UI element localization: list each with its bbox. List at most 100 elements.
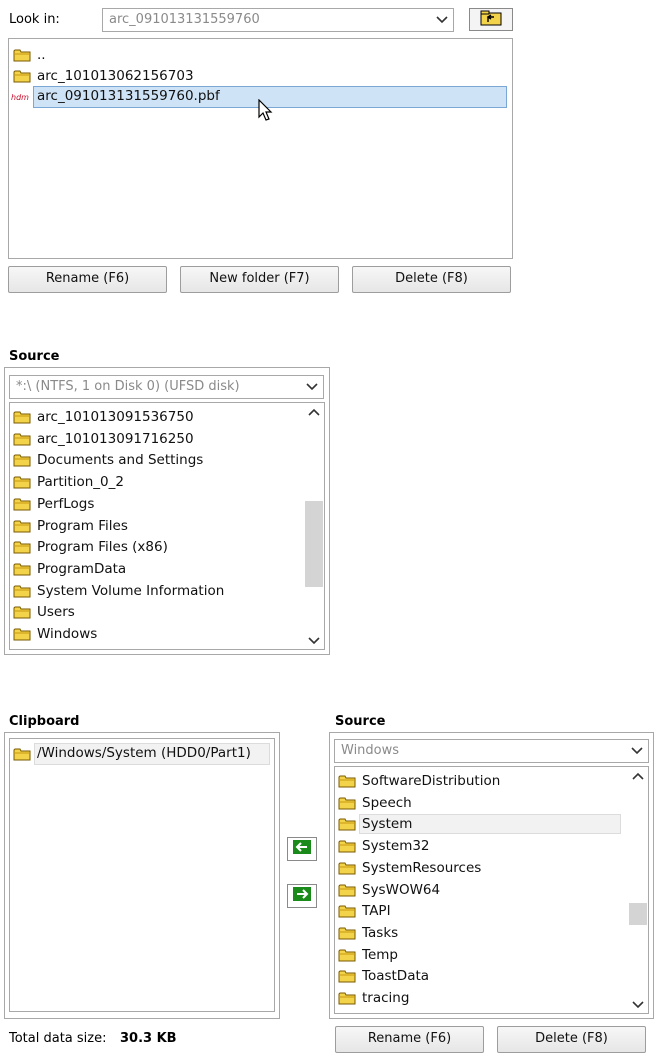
- new-folder-button[interactable]: New folder (F7): [180, 266, 339, 293]
- source-title-2: Source: [335, 714, 386, 729]
- scrollbar-thumb[interactable]: [305, 501, 323, 587]
- look-in-value: arc_091013131559760: [109, 12, 260, 27]
- list-item[interactable]: Temp: [338, 944, 398, 966]
- list-item[interactable]: Documents and Settings: [13, 449, 203, 471]
- folder-icon: [338, 774, 356, 788]
- folder-icon: [13, 562, 31, 576]
- file-list[interactable]: .. arc_101013062156703 hdm arc_091013131…: [8, 38, 513, 259]
- chevron-down-icon: [630, 740, 644, 762]
- list-item[interactable]: TAPI: [338, 900, 391, 922]
- list-item-label: Program Files: [37, 517, 128, 534]
- list-item[interactable]: arc_101013091716250: [13, 428, 194, 450]
- folder-icon: [13, 540, 31, 554]
- delete-button-2[interactable]: Delete (F8): [497, 1026, 646, 1053]
- list-item-label: Users: [37, 604, 75, 621]
- folder-icon: [13, 48, 31, 62]
- folder-icon: [338, 817, 356, 831]
- look-in-label: Look in:: [9, 12, 60, 27]
- list-item[interactable]: SoftwareDistribution: [338, 770, 500, 792]
- hdm-file-icon: hdm: [11, 92, 29, 102]
- source-folder-list[interactable]: arc_101013091536750 arc_101013091716250 Do…: [9, 402, 325, 650]
- folder-icon: [338, 969, 356, 983]
- list-item-label: System: [359, 814, 621, 835]
- folder-icon: [13, 584, 31, 598]
- clipboard-list[interactable]: /Windows/System (HDD0/Part1): [9, 738, 275, 1012]
- move-to-clipboard-button[interactable]: [287, 837, 317, 861]
- list-item-label: arc_101013091716250: [37, 430, 194, 447]
- list-item-label: ToastData: [362, 968, 430, 985]
- scrollbar-thumb[interactable]: [629, 903, 647, 925]
- source-drive-combo[interactable]: *:\ (NTFS, 1 on Disk 0) (UFSD disk): [9, 375, 324, 399]
- scroll-up-icon[interactable]: [308, 406, 320, 421]
- scroll-down-icon[interactable]: [308, 635, 320, 650]
- list-item-label: TAPI: [362, 903, 391, 920]
- list-item-label: arc_091013131559760.pbf: [37, 88, 220, 104]
- list-item[interactable]: System Volume Information: [13, 580, 224, 602]
- move-to-source-button[interactable]: [287, 884, 317, 908]
- folder-icon: [13, 69, 31, 83]
- list-item-label: arc_101013062156703: [37, 68, 194, 84]
- list-item-label: SoftwareDistribution: [362, 773, 501, 789]
- folder-icon: [13, 497, 31, 511]
- list-item[interactable]: System: [338, 813, 621, 835]
- rename-button-2[interactable]: Rename (F6): [335, 1026, 484, 1053]
- list-item[interactable]: Partition_0_2: [13, 471, 124, 493]
- list-item-label: Windows: [37, 626, 98, 642]
- source-drive-value: *:\ (NTFS, 1 on Disk 0) (UFSD disk): [16, 379, 240, 394]
- source-title: Source: [9, 349, 60, 364]
- list-item[interactable]: /Windows/System (HDD0/Part1): [13, 743, 270, 765]
- folder-icon: [338, 991, 356, 1005]
- look-in-combo[interactable]: arc_091013131559760: [102, 8, 454, 32]
- rename-button[interactable]: Rename (F6): [8, 266, 167, 293]
- list-item[interactable]: SystemResources: [338, 857, 481, 879]
- list-item-label: Partition_0_2: [37, 474, 124, 491]
- list-item[interactable]: arc_101013062156703: [13, 65, 194, 87]
- total-size-value: 30.3 KB: [120, 1031, 177, 1046]
- folder-icon: [338, 883, 356, 897]
- mouse-cursor-icon: [258, 98, 274, 127]
- folder-icon: [338, 926, 356, 940]
- arrow-right-icon: [293, 887, 311, 905]
- list-item[interactable]: Tasks: [338, 922, 398, 944]
- folder-icon: [338, 796, 356, 810]
- scroll-up-icon[interactable]: [632, 770, 644, 785]
- list-item-label: SysWOW64: [362, 881, 441, 898]
- vertical-scrollbar[interactable]: [628, 767, 648, 1013]
- source-folder-combo[interactable]: Windows: [334, 739, 649, 763]
- folder-icon: [13, 747, 31, 761]
- chevron-down-icon: [305, 376, 319, 398]
- list-item[interactable]: Program Files (x86): [13, 536, 168, 558]
- list-item[interactable]: Speech: [338, 792, 412, 814]
- folder-icon: [338, 839, 356, 853]
- list-item[interactable]: PerfLogs: [13, 493, 94, 515]
- list-item-label: arc_101013091536750: [37, 409, 194, 425]
- vertical-scrollbar[interactable]: [304, 403, 324, 649]
- list-item-label: ..: [37, 47, 46, 63]
- list-item[interactable]: ..: [13, 44, 46, 66]
- delete-button[interactable]: Delete (F8): [352, 266, 511, 293]
- list-item[interactable]: Windows: [13, 623, 97, 645]
- source-folder-value: Windows: [341, 743, 400, 758]
- folder-icon: [13, 627, 31, 641]
- list-item[interactable]: Program Files: [13, 515, 128, 537]
- list-item-label: System32: [362, 838, 430, 855]
- folder-icon: [13, 453, 31, 467]
- total-size-label: Total data size:: [9, 1031, 107, 1046]
- folder-icon: [13, 410, 31, 424]
- list-item[interactable]: ProgramData: [13, 558, 126, 580]
- list-item-label: Program Files (x86): [37, 539, 168, 556]
- list-item[interactable]: SysWOW64: [338, 879, 440, 901]
- list-item-label: Temp: [362, 946, 398, 963]
- list-item[interactable]: Users: [13, 601, 75, 623]
- list-item[interactable]: tracing: [338, 987, 409, 1009]
- list-item-label: ProgramData: [37, 560, 127, 577]
- up-one-level-button[interactable]: [469, 8, 513, 31]
- clipboard-title: Clipboard: [9, 714, 80, 729]
- list-item[interactable]: ToastData: [338, 965, 429, 987]
- scroll-down-icon[interactable]: [632, 999, 644, 1014]
- list-item-label: Tasks: [362, 924, 399, 941]
- list-item[interactable]: arc_101013091536750: [13, 406, 194, 428]
- list-item[interactable]: System32: [338, 835, 430, 857]
- source-folder-list-2[interactable]: SoftwareDistribution Speech System System32…: [334, 766, 649, 1014]
- folder-icon: [338, 948, 356, 962]
